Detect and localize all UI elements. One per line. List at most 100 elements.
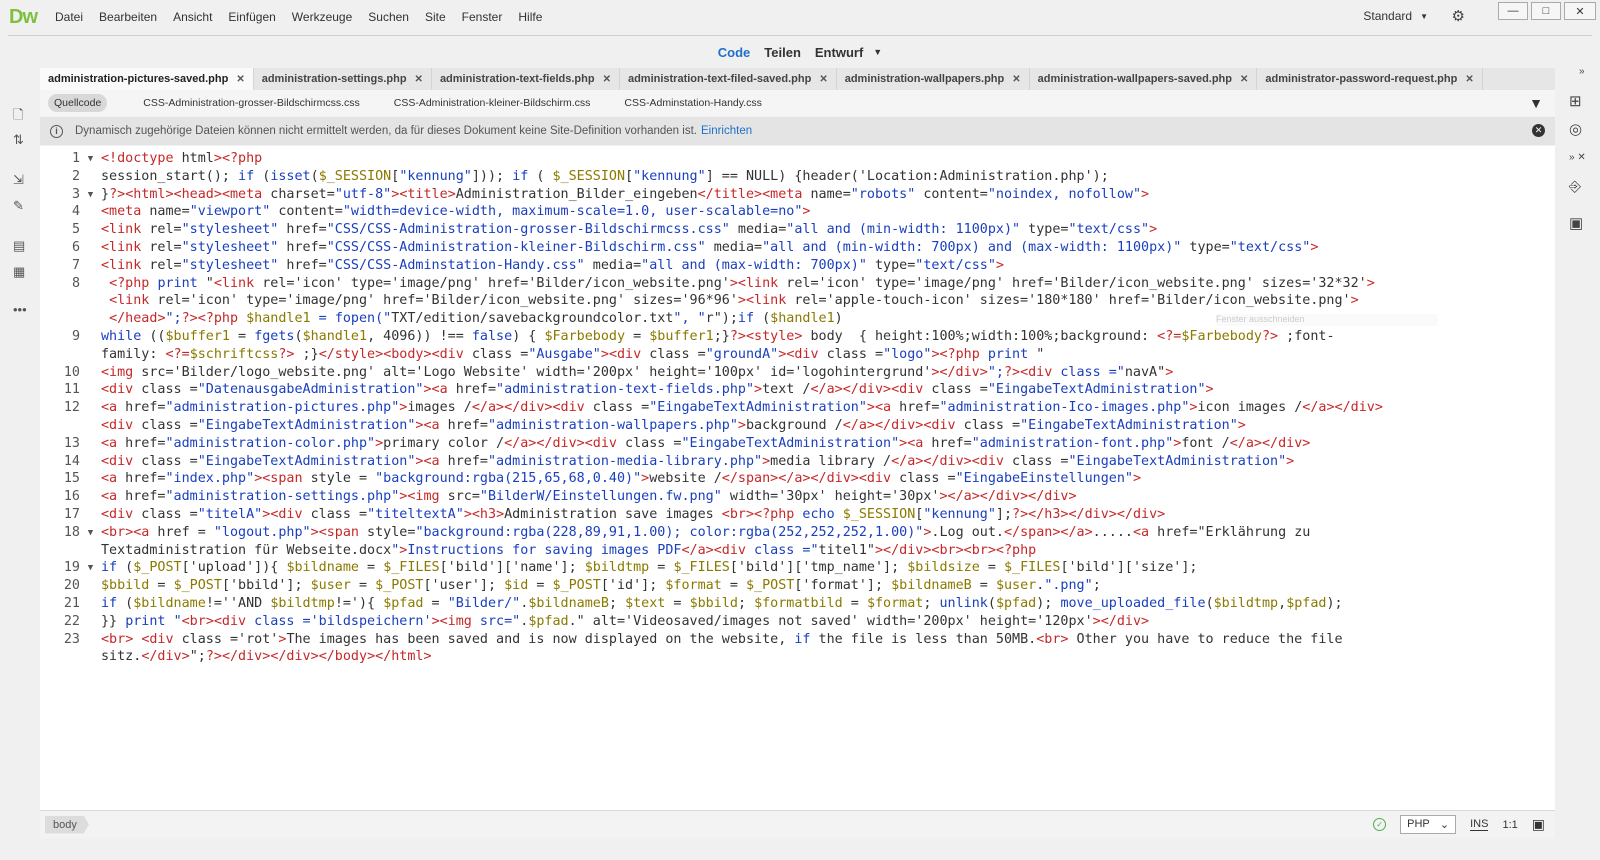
code-line[interactable]: 6 <link rel="stylesheet" href="CSS/CSS-Ad… — [40, 239, 1555, 257]
fold-toggle-icon[interactable] — [80, 399, 101, 417]
collapse-panel-icon[interactable]: » — [1579, 66, 1585, 77]
code-line[interactable]: 11 <div class ="DatenausgabeAdministratio… — [40, 381, 1555, 399]
code-line[interactable]: 12 <a href="administration-pictures.php">… — [40, 399, 1555, 417]
code-line[interactable]: 13 <a href="administration-color.php">pri… — [40, 435, 1555, 453]
close-icon[interactable]: ✕ — [1012, 74, 1020, 85]
fold-toggle-icon[interactable] — [80, 346, 101, 364]
chevron-down-icon[interactable]: ▼ — [873, 47, 882, 57]
fold-toggle-icon[interactable]: ▼ — [80, 186, 101, 204]
close-icon[interactable]: ✕ — [1240, 74, 1248, 85]
code-line[interactable]: <link rel='icon' type='image/png' href='… — [40, 292, 1555, 310]
file-transfer-icon[interactable]: ⇅ — [13, 132, 24, 148]
fold-toggle-icon[interactable] — [80, 203, 101, 221]
code-line[interactable]: 9 while (($buffer1 = fgets($handle1, 4096… — [40, 328, 1555, 346]
menu-datei[interactable]: Datei — [55, 10, 83, 24]
tab-administrator-password-request[interactable]: administrator-password-request.php ✕ — [1257, 68, 1483, 90]
close-icon[interactable]: ✕ — [603, 74, 611, 85]
fold-toggle-icon[interactable] — [80, 453, 101, 471]
code-line[interactable]: 18 ▼ <br><a href = "logout.php"><span styl… — [40, 524, 1555, 542]
code-line[interactable]: Textadministration für Webseite.docx">In… — [40, 542, 1555, 560]
tab-administration-pictures-saved[interactable]: administration-pictures-saved.php ✕ — [40, 68, 254, 90]
fold-toggle-icon[interactable] — [80, 542, 101, 560]
fold-toggle-icon[interactable] — [80, 506, 101, 524]
code-line[interactable]: 16 <a href="administration-settings.php">… — [40, 488, 1555, 506]
code-line[interactable]: family: <?=$schriftcss?> ;}</style><body… — [40, 346, 1555, 364]
fold-toggle-icon[interactable]: ▼ — [80, 150, 101, 168]
related-file-css-small[interactable]: CSS-Administration-kleiner-Bildschirm.cs… — [394, 97, 591, 109]
workspace-switcher[interactable]: Standard ▼ — [1363, 9, 1428, 23]
fold-toggle-icon[interactable] — [80, 417, 101, 435]
language-select[interactable]: PHP ⌄ — [1400, 815, 1457, 834]
code-line[interactable]: 8 <?php print "<link rel='icon' type='im… — [40, 275, 1555, 293]
fold-toggle-icon[interactable] — [80, 275, 101, 293]
tag-breadcrumb[interactable]: body — [45, 815, 89, 834]
close-window-button[interactable]: ✕ — [1564, 2, 1596, 20]
fold-toggle-icon[interactable] — [80, 239, 101, 257]
code-line[interactable]: 19 ▼ if ($_POST['upload']){ $bildname = $_… — [40, 559, 1555, 577]
tab-administration-wallpapers-saved[interactable]: administration-wallpapers-saved.php ✕ — [1030, 68, 1258, 90]
code-line[interactable]: 4 <meta name="viewport" content="width=de… — [40, 203, 1555, 221]
menu-werkzeuge[interactable]: Werkzeuge — [292, 10, 352, 24]
tab-administration-text-fields[interactable]: administration-text-fields.php ✕ — [432, 68, 620, 90]
creative-cloud-icon[interactable]: ◎ — [1569, 120, 1582, 138]
menu-fenster[interactable]: Fenster — [462, 10, 503, 24]
menu-site[interactable]: Site — [425, 10, 446, 24]
code-line[interactable]: 2 session_start(); if (isset($_SESSION["k… — [40, 168, 1555, 186]
code-line[interactable]: 1 ▼ <!doctype html><?php — [40, 150, 1555, 168]
minimize-button[interactable]: — — [1498, 2, 1528, 20]
related-file-source[interactable]: Quellcode — [48, 94, 108, 112]
open-documents-icon[interactable]: 🗋 — [13, 106, 23, 128]
close-icon[interactable]: ✕ — [819, 74, 827, 85]
fold-toggle-icon[interactable] — [80, 292, 101, 310]
fold-toggle-icon[interactable] — [80, 435, 101, 453]
menu-ansicht[interactable]: Ansicht — [173, 10, 212, 24]
fold-toggle-icon[interactable] — [80, 631, 101, 649]
fold-toggle-icon[interactable] — [80, 168, 101, 186]
code-line[interactable]: 7 <link rel="stylesheet" href="CSS/CSS-Ad… — [40, 257, 1555, 275]
close-icon[interactable]: ✕ — [1532, 124, 1545, 137]
code-line[interactable]: 10 <img src='Bilder/logo_website.png' alt… — [40, 364, 1555, 382]
fold-toggle-icon[interactable] — [80, 221, 101, 239]
fold-toggle-icon[interactable] — [80, 364, 101, 382]
site-structure-icon[interactable]: ⊞ — [1569, 92, 1582, 110]
view-code-button[interactable]: Code — [718, 45, 751, 60]
related-file-css-large[interactable]: CSS-Administration-grosser-Bildschirmcss… — [143, 97, 359, 109]
fold-toggle-icon[interactable] — [80, 470, 101, 488]
close-icon[interactable]: ✕ — [415, 74, 423, 85]
menu-bearbeiten[interactable]: Bearbeiten — [99, 10, 157, 24]
code-line[interactable]: 5 <link rel="stylesheet" href="CSS/CSS-Ad… — [40, 221, 1555, 239]
code-line[interactable]: 14 <div class ="EingabeTextAdministration… — [40, 453, 1555, 471]
fold-toggle-icon[interactable] — [80, 648, 101, 666]
insert-mode[interactable]: INS — [1470, 818, 1489, 831]
code-line[interactable]: 20 $bbild = $_POST['bbild']; $user = $_PO… — [40, 577, 1555, 595]
code-line[interactable]: sitz.</div>";?></div></div></body></html… — [40, 648, 1555, 666]
code-line[interactable]: 17 <div class ="titelA"><div class ="tite… — [40, 506, 1555, 524]
fold-toggle-icon[interactable] — [80, 381, 101, 399]
window-size-icon[interactable]: ▣ — [1532, 816, 1545, 833]
fold-toggle-icon[interactable] — [80, 257, 101, 275]
menu-einfuegen[interactable]: Einfügen — [228, 10, 275, 24]
view-design-button[interactable]: Entwurf — [815, 45, 863, 60]
tab-administration-text-filed-saved[interactable]: administration-text-filed-saved.php ✕ — [620, 68, 837, 90]
sync-settings-icon[interactable]: ⚙ — [1452, 7, 1465, 25]
comment-icon[interactable]: ▤ — [13, 238, 25, 254]
setup-link[interactable]: Einrichten — [701, 125, 752, 137]
format-source-icon[interactable]: ▦ — [13, 264, 25, 280]
properties-icon[interactable]: ▣ — [1569, 214, 1583, 232]
more-icon[interactable]: ••• — [13, 302, 27, 317]
fold-toggle-icon[interactable] — [80, 577, 101, 595]
fold-toggle-icon[interactable] — [80, 595, 101, 613]
tab-administration-settings[interactable]: administration-settings.php ✕ — [254, 68, 432, 90]
fold-toggle-icon[interactable]: ▼ — [80, 559, 101, 577]
insert-panel-icon[interactable]: ⎆ — [1569, 178, 1581, 195]
close-icon[interactable]: ✕ — [1465, 74, 1473, 85]
view-split-button[interactable]: Teilen — [764, 45, 801, 60]
code-line[interactable]: 22}} print "<br><div class ='bildspeiche… — [40, 613, 1555, 631]
close-icon[interactable]: ✕ — [236, 74, 244, 85]
filter-icon[interactable]: ▼ — [1529, 95, 1543, 111]
fold-toggle-icon[interactable] — [80, 328, 101, 346]
code-line[interactable]: <div class ="EingabeTextAdministration">… — [40, 417, 1555, 435]
menu-hilfe[interactable]: Hilfe — [518, 10, 542, 24]
fold-toggle-icon[interactable] — [80, 310, 101, 328]
code-editor[interactable]: 1 ▼ <!doctype html><?php 2 session_start(); … — [40, 146, 1555, 810]
